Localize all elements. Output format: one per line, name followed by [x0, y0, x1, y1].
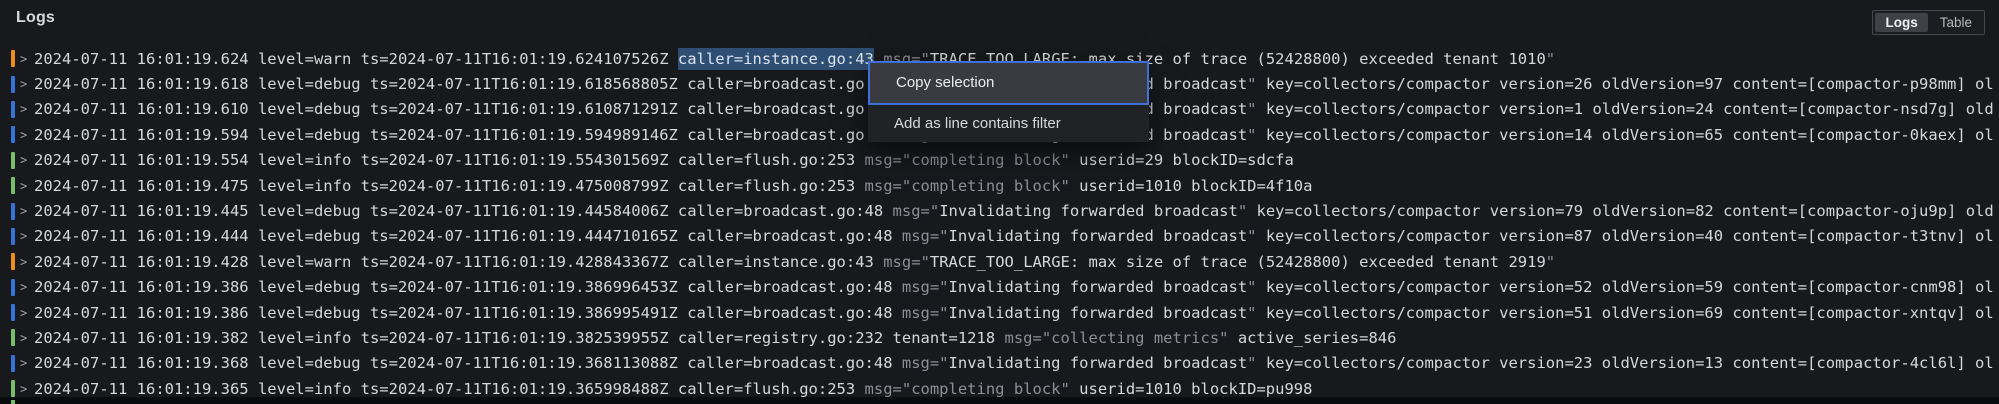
log-level-bar	[11, 100, 15, 118]
log-level-bar	[11, 304, 15, 322]
expand-chevron-icon[interactable]: >	[20, 230, 34, 242]
expand-chevron-icon[interactable]: >	[20, 383, 34, 395]
log-row[interactable]: > 2024-07-11 16:01:19.386 level=debug ts…	[0, 300, 1999, 325]
expand-chevron-icon[interactable]: >	[20, 256, 34, 268]
expand-chevron-icon[interactable]: >	[20, 332, 34, 344]
log-line-text: 2024-07-11 16:01:19.554 level=info ts=20…	[34, 151, 1294, 170]
horizontal-scrollbar[interactable]	[0, 397, 1999, 404]
expand-chevron-icon[interactable]: >	[20, 205, 34, 217]
log-row[interactable]: > 2024-07-11 16:01:19.475 level=info ts=…	[0, 173, 1999, 198]
log-row[interactable]: > 2024-07-11 16:01:19.428 level=warn ts=…	[0, 249, 1999, 274]
log-level-bar	[11, 227, 15, 245]
view-toggle-logs[interactable]: Logs	[1875, 13, 1928, 32]
log-level-bar	[11, 75, 15, 93]
log-line-text: 2024-07-11 16:01:19.382 level=info ts=20…	[34, 328, 1397, 347]
log-line-text: 2024-07-11 16:01:19.386 level=debug ts=2…	[34, 278, 1994, 297]
log-row[interactable]: > 2024-07-11 16:01:19.445 level=debug ts…	[0, 198, 1999, 223]
log-row[interactable]: > 2024-07-11 16:01:19.368 level=debug ts…	[0, 351, 1999, 376]
log-line-text: 2024-07-11 16:01:19.368 level=debug ts=2…	[34, 354, 1994, 373]
log-line-text: 2024-07-11 16:01:19.386 level=debug ts=2…	[34, 303, 1994, 322]
log-row[interactable]: > 2024-07-11 16:01:19.554 level=info ts=…	[0, 148, 1999, 173]
log-level-bar	[11, 50, 15, 68]
log-level-bar	[11, 253, 15, 271]
log-level-bar	[11, 151, 15, 169]
next-row-level-bar	[11, 400, 15, 404]
log-line-text: 2024-07-11 16:01:19.624 level=warn ts=20…	[34, 47, 1556, 70]
log-level-bar	[11, 177, 15, 195]
log-level-bar	[11, 202, 15, 220]
view-toggle-table[interactable]: Table	[1930, 13, 1982, 32]
log-row[interactable]: > 2024-07-11 16:01:19.386 level=debug ts…	[0, 275, 1999, 300]
log-level-bar	[11, 126, 15, 144]
logs-panel: Logs Logs Table > 2024-07-11 16:01:19.62…	[0, 0, 1999, 404]
menu-item-add-line-contains-filter[interactable]: Add as line contains filter	[868, 105, 1149, 142]
expand-chevron-icon[interactable]: >	[20, 154, 34, 166]
log-level-bar	[11, 380, 15, 398]
selected-text: caller=instance.go:43	[677, 47, 874, 70]
context-menu: Copy selection Add as line contains filt…	[868, 61, 1149, 142]
expand-chevron-icon[interactable]: >	[20, 357, 34, 369]
log-level-bar	[11, 354, 15, 372]
log-level-bar	[11, 278, 15, 296]
menu-item-copy-selection[interactable]: Copy selection	[868, 61, 1149, 105]
panel-title: Logs	[16, 9, 56, 26]
expand-chevron-icon[interactable]: >	[20, 103, 34, 115]
expand-chevron-icon[interactable]: >	[20, 281, 34, 293]
expand-chevron-icon[interactable]: >	[20, 307, 34, 319]
expand-chevron-icon[interactable]: >	[20, 78, 34, 90]
log-line-text: 2024-07-11 16:01:19.475 level=info ts=20…	[34, 176, 1313, 195]
log-line-text: 2024-07-11 16:01:19.365 level=info ts=20…	[34, 379, 1313, 398]
log-line-text: 2024-07-11 16:01:19.444 level=debug ts=2…	[34, 227, 1994, 246]
view-toggle: Logs Table	[1872, 10, 1985, 35]
expand-chevron-icon[interactable]: >	[20, 129, 34, 141]
log-line-text: 2024-07-11 16:01:19.428 level=warn ts=20…	[34, 252, 1556, 271]
log-level-bar	[11, 329, 15, 347]
log-line-text: 2024-07-11 16:01:19.445 level=debug ts=2…	[34, 202, 1994, 221]
expand-chevron-icon[interactable]: >	[20, 53, 34, 65]
log-row[interactable]: > 2024-07-11 16:01:19.382 level=info ts=…	[0, 325, 1999, 350]
expand-chevron-icon[interactable]: >	[20, 180, 34, 192]
log-row[interactable]: > 2024-07-11 16:01:19.444 level=debug ts…	[0, 224, 1999, 249]
